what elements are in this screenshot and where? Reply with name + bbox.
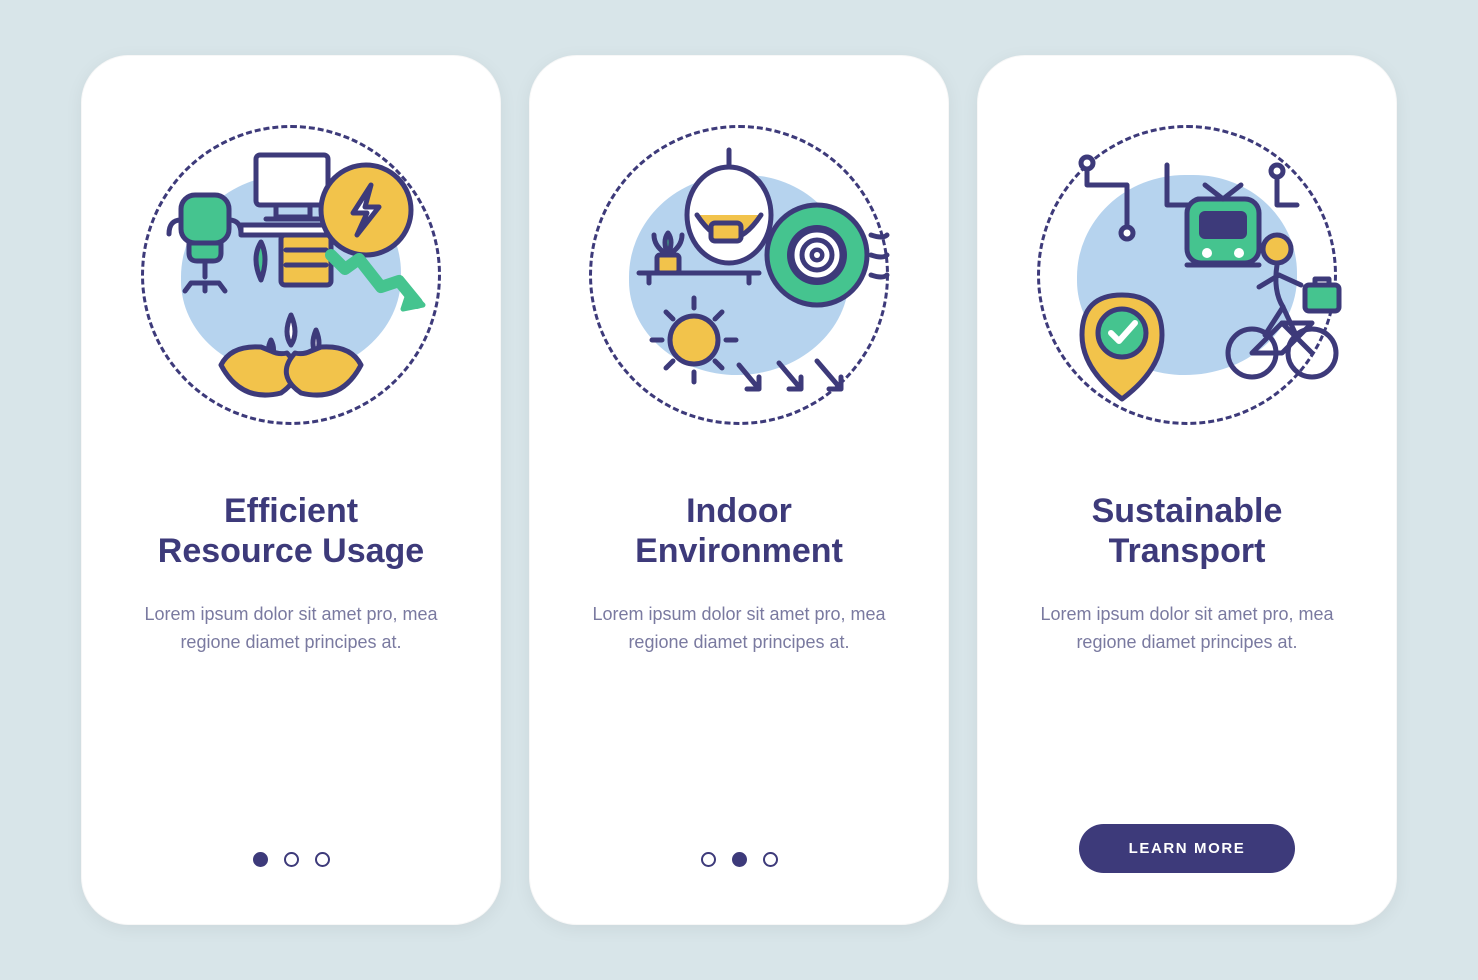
dot-1-active[interactable] — [253, 852, 268, 867]
dot-3[interactable] — [315, 852, 330, 867]
indoor-environment-illustration — [579, 115, 899, 435]
page-indicator-1 — [253, 852, 330, 867]
dot-2[interactable] — [284, 852, 299, 867]
sustainable-transport-illustration — [1027, 115, 1347, 435]
learn-more-button[interactable]: LEARN MORE — [1079, 824, 1296, 873]
onboarding-screen-1: Efficient Resource Usage Lorem ipsum dol… — [81, 55, 501, 925]
screen-3-body: Lorem ipsum dolor sit amet pro, mea regi… — [1032, 601, 1342, 657]
screen-1-body: Lorem ipsum dolor sit amet pro, mea regi… — [136, 601, 446, 657]
screen-3-title: Sustainable Transport — [1092, 489, 1283, 573]
page-indicator-2 — [701, 852, 778, 867]
resource-usage-illustration — [131, 115, 451, 435]
screen-2-body: Lorem ipsum dolor sit amet pro, mea regi… — [584, 601, 894, 657]
dot-2-active[interactable] — [732, 852, 747, 867]
screen-1-title: Efficient Resource Usage — [158, 489, 424, 573]
onboarding-screen-2: Indoor Environment Lorem ipsum dolor sit… — [529, 55, 949, 925]
onboarding-screen-3: Sustainable Transport Lorem ipsum dolor … — [977, 55, 1397, 925]
screen-2-title: Indoor Environment — [635, 489, 843, 573]
dot-1[interactable] — [701, 852, 716, 867]
dot-3[interactable] — [763, 852, 778, 867]
